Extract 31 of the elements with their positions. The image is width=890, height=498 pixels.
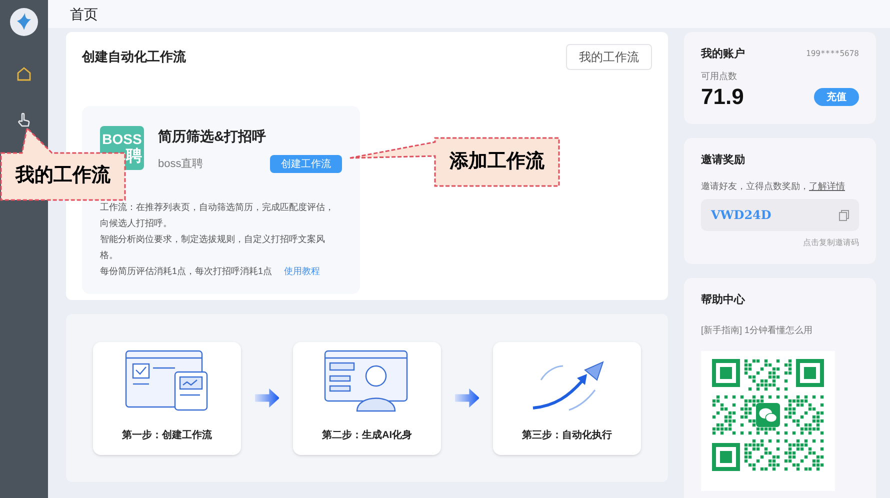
copy-icon[interactable] <box>839 210 849 220</box>
description-text: 工作流：在推荐列表页，自动筛选简历，完成匹配度评估，向候选人打招呼。 <box>100 201 335 230</box>
step-label: 第一步：创建工作流 <box>122 428 212 442</box>
pointer-icon[interactable] <box>16 112 32 128</box>
page-title: 首页 <box>70 4 98 24</box>
arrow-icon <box>454 387 480 409</box>
source-label: boss直聘 <box>158 156 204 172</box>
invite-code-field[interactable]: VWD24D <box>701 199 859 231</box>
create-workflow-button[interactable]: 创建工作流 <box>270 155 342 173</box>
callout: 添加工作流 <box>348 136 562 189</box>
workflow-title: 简历筛选&打招呼 <box>158 127 268 146</box>
tutorial-link[interactable]: 使用教程 <box>284 263 320 279</box>
phone-number: 199****5678 <box>806 48 859 60</box>
my-workflows-button[interactable]: 我的工作流 <box>566 44 652 70</box>
copy-hint: 点击复制邀请码 <box>803 237 859 249</box>
home-icon[interactable] <box>16 66 32 82</box>
step-label: 第三步：自动化执行 <box>522 428 612 442</box>
invite-text: 邀请好友，立得点数奖励， <box>701 180 809 192</box>
arrow-icon <box>254 387 280 409</box>
points-value: 71.9 <box>701 83 744 111</box>
details-link[interactable]: 了解详情 <box>809 180 845 193</box>
card-title: 我的账户 <box>701 46 745 62</box>
cost-text: 每份简历评估消耗1点，每次打招呼消耗1点 <box>100 265 272 278</box>
description-text: 智能分析岗位要求，制定选拔规则，自定义打招呼文案风格。 <box>100 233 326 262</box>
recharge-button[interactable]: 充值 <box>814 88 859 106</box>
card-title: 帮助中心 <box>701 292 745 308</box>
card-title: 邀请奖励 <box>701 152 745 168</box>
panel-title: 创建自动化工作流 <box>82 48 186 66</box>
guide-link[interactable]: [新手指南] 1分钟看懂怎么用 <box>701 324 813 337</box>
step-label: 第二步：生成AI化身 <box>322 428 412 442</box>
points-label: 可用点数 <box>701 70 737 82</box>
